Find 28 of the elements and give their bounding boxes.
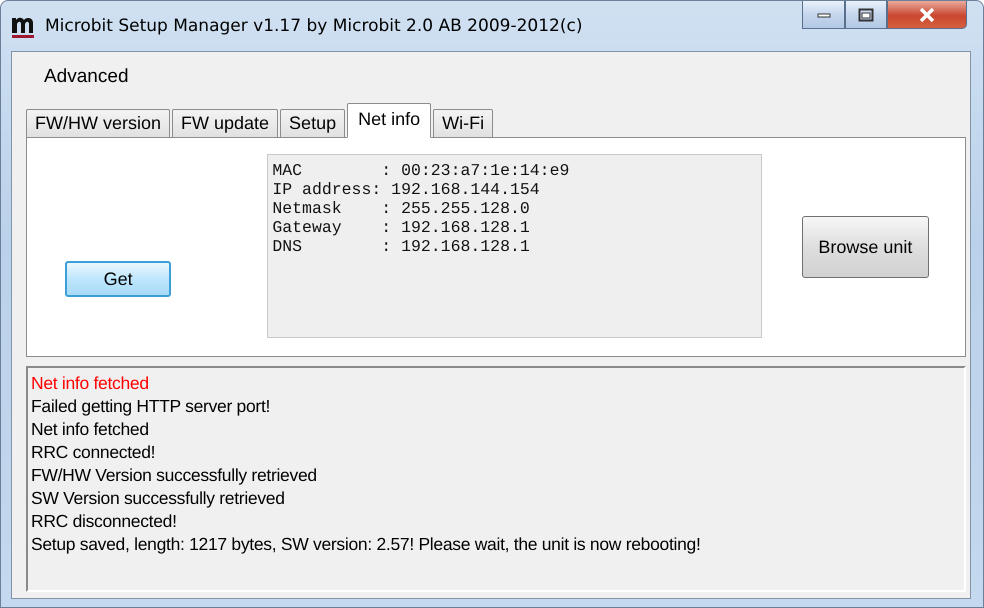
net-info-line: Gateway : 192.168.128.1 xyxy=(272,218,531,237)
net-info-line: MAC : 00:23:a7:1e:14:e9 xyxy=(272,161,570,180)
browse-unit-button[interactable]: Browse unit xyxy=(802,216,929,278)
net-info-line: IP address: 192.168.144.154 xyxy=(272,180,541,199)
tab[interactable]: FW update xyxy=(172,109,278,138)
maximize-icon xyxy=(858,8,874,22)
close-icon xyxy=(918,6,936,22)
tab[interactable]: Setup xyxy=(280,109,346,138)
log-line: RRC disconnected! xyxy=(31,510,178,533)
net-info-line: DNS : 192.168.128.1 xyxy=(272,237,531,256)
tab[interactable]: Wi-Fi xyxy=(433,109,494,138)
tab[interactable]: Net info xyxy=(347,103,432,138)
log-line: Failed getting HTTP server port! xyxy=(31,395,272,418)
log-line: Setup saved, length: 1217 bytes, SW version: 2.57! Please wait, the unit is now rebooting! xyxy=(31,533,702,556)
close-button[interactable] xyxy=(887,1,967,29)
log-line: SW Version successfully retrieved xyxy=(31,487,286,510)
menu-item[interactable]: Advanced xyxy=(44,66,129,88)
tab[interactable]: FW/HW version xyxy=(26,109,170,138)
window-title: Microbit Setup Manager v1.17 by Microbit 2.0 AB 2009-2012(c) xyxy=(45,16,582,36)
log-line: Net info fetched xyxy=(31,418,150,441)
log-line: RRC connected! xyxy=(31,441,156,464)
maximize-button[interactable] xyxy=(845,1,887,29)
net-info-line: Netmask : 255.255.128.0 xyxy=(272,199,531,218)
log-line: FW/HW Version successfully retrieved xyxy=(31,464,318,487)
minimize-button[interactable] xyxy=(802,1,845,29)
get-button[interactable]: Get xyxy=(65,261,172,297)
minimize-icon xyxy=(816,12,830,18)
log-line: Net info fetched xyxy=(31,372,150,395)
